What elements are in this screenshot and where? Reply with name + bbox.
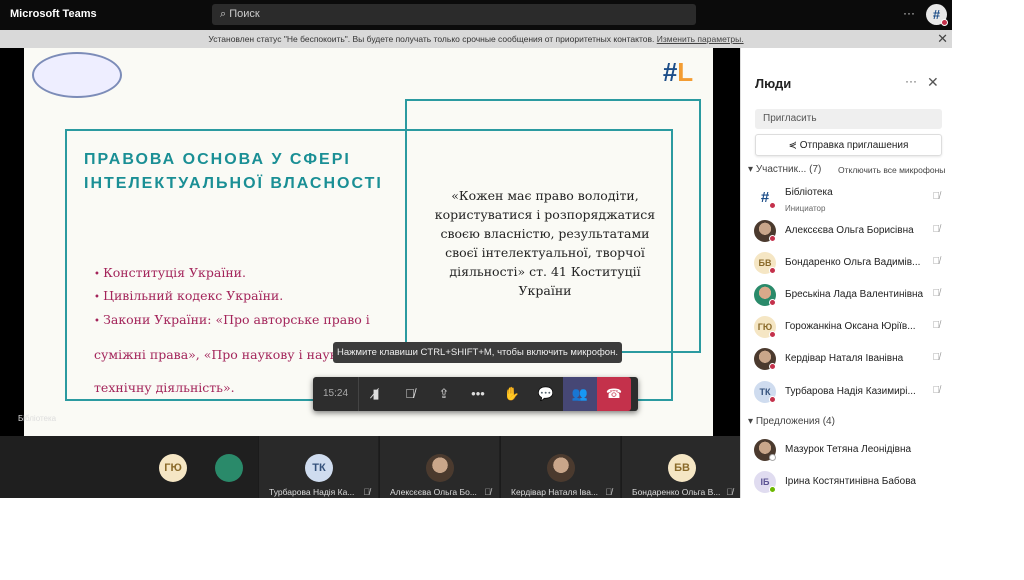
invite-input[interactable]: Пригласить (755, 109, 942, 129)
available-status-icon (769, 486, 776, 493)
suggestions-section-toggle[interactable]: ▾ Предложения (4) (748, 416, 835, 427)
video-tile[interactable]: Кердівар Наталя Іва... 🎙̸ (500, 436, 620, 498)
banner-text: Установлен статус "Не беспокоить". Вы бу… (208, 34, 655, 44)
mic-off-icon[interactable]: 🎙̸ (933, 191, 941, 202)
video-tile[interactable]: БВ Бондаренко Ольга В... 🎙̸ (621, 436, 741, 498)
mic-off-icon[interactable]: 🎙̸ (933, 320, 941, 331)
participant-row[interactable]: ТК Турбарова Надія Казимирі... 🎙̸ (754, 380, 944, 410)
participant-name: Горожанкіна Оксана Юріїв... (785, 321, 916, 332)
participant-row[interactable]: Кердівар Наталя Іванівна 🎙̸ (754, 347, 944, 377)
dnd-status-icon (769, 331, 776, 338)
call-timer: 15:24 (313, 377, 359, 411)
share-screen-icon[interactable]: ⇪ (427, 377, 461, 411)
participant-avatar (426, 454, 454, 482)
section-label: Участник... (755, 164, 807, 175)
chat-icon[interactable]: 💬 (529, 377, 563, 411)
more-options-button[interactable]: ··· (903, 6, 915, 20)
tile-name: Кердівар Наталя Іва... (511, 487, 599, 497)
section-label: Предложения (4) (755, 416, 835, 427)
participant-row[interactable]: # Бібліотека Инициатор 🎙̸ (754, 186, 944, 216)
dnd-status-icon (769, 363, 776, 370)
mic-off-icon: 🎙̸ (363, 487, 370, 497)
change-settings-link[interactable]: Изменить параметры. (657, 34, 744, 44)
video-tile[interactable]: Алексєєва Ольга Бо... 🎙̸ (379, 436, 499, 498)
participant-avatar (547, 454, 575, 482)
participant-role: Инициатор (785, 204, 826, 213)
mic-off-icon: 🎙̸ (726, 487, 733, 497)
search-input[interactable]: ⌕ Поиск (212, 4, 696, 25)
bullet-item: Конституція України. (94, 262, 394, 285)
participant-name: Бібліотека (785, 187, 833, 198)
dnd-status-icon (769, 396, 776, 403)
participant-name: Мазурок Тетяна Леонідівна (785, 444, 912, 455)
participant-name: Бондаренко Ольга Вадимів... (785, 257, 921, 268)
mute-all-link[interactable]: Отключить все микрофоны (838, 165, 945, 175)
call-controls: 15:24 ▮̸ 🎙̸ ⇪ ••• ✋ 💬 👥 ☎ (313, 377, 638, 411)
participant-name: Турбарова Надія Казимирі... (785, 386, 916, 397)
presenter-name: Бібліотека (18, 414, 57, 423)
mic-off-icon[interactable]: 🎙̸ (933, 385, 941, 396)
participant-avatar: ТК (305, 454, 333, 482)
dnd-status-icon (941, 19, 948, 26)
dnd-status-icon (769, 267, 776, 274)
participants-count: (7) (809, 164, 822, 175)
tile-name: Алексєєва Ольга Бо... (390, 487, 477, 497)
participant-row[interactable]: ГЮ Горожанкіна Оксана Юріїв... 🎙̸ (754, 315, 944, 345)
slide-quote: «Кожен має право володіти, користуватися… (434, 188, 656, 298)
panel-title: Люди (755, 76, 792, 91)
mic-off-icon: 🎙̸ (484, 487, 491, 497)
close-icon[interactable]: ✕ (937, 30, 948, 48)
avatar-initials: # (932, 7, 941, 22)
people-icon[interactable]: 👥 (563, 377, 597, 411)
mic-off-icon[interactable]: 🎙̸ (933, 256, 941, 267)
mic-off-icon[interactable]: 🎙̸ (933, 352, 941, 363)
camera-off-icon[interactable]: ▮̸ (359, 377, 393, 411)
mic-off-icon[interactable]: 🎙̸ (933, 288, 941, 299)
participant-name: Алексєєва Ольга Борисівна (785, 225, 914, 236)
participant-row[interactable]: Алексєєва Ольга Борисівна 🎙̸ (754, 219, 944, 249)
video-tile[interactable]: ТК Турбарова Надія Ка... 🎙̸ (258, 436, 378, 498)
participant-name: Ірина Костянтинівна Бабова (785, 476, 916, 487)
title-bar: Microsoft Teams ⌕ Поиск ··· # (0, 0, 952, 30)
participant-name: Кердівар Наталя Іванівна (785, 353, 904, 364)
share-icon: ⋞ (788, 140, 800, 151)
search-icon: ⌕ (220, 8, 230, 20)
slide-title: ПРАВОВА ОСНОВА У СФЕРІ ІНТЕЛЕКТУАЛЬНОЇ В… (84, 151, 383, 192)
mic-tooltip: Нажмите клавиши CTRL+SHIFT+M, чтобы вклю… (333, 342, 622, 363)
participant-name: Бреськіна Лада Валентинівна (785, 289, 924, 300)
suggestion-row[interactable]: ІБ Ірина Костянтинівна Бабова (754, 470, 944, 500)
mic-off-icon[interactable]: 🎙̸ (393, 377, 427, 411)
panel-more-button[interactable]: ··· (905, 74, 917, 88)
raise-hand-icon[interactable]: ✋ (495, 377, 529, 411)
send-invite-label: Отправка приглашения (799, 140, 909, 151)
library-logo: #L (662, 57, 694, 87)
app-name: Microsoft Teams (10, 8, 97, 20)
participant-avatar[interactable] (215, 454, 243, 482)
send-invite-button[interactable]: ⋞ Отправка приглашения (755, 134, 942, 156)
university-logo (32, 52, 122, 98)
tile-name: Бондаренко Ольга В... (632, 487, 721, 497)
more-actions-icon[interactable]: ••• (461, 377, 495, 411)
tile-name: Турбарова Надія Ка... (269, 487, 355, 497)
dnd-status-icon (769, 202, 776, 209)
participant-avatar: БВ (668, 454, 696, 482)
participant-avatar[interactable]: ГЮ (159, 454, 187, 482)
hang-up-icon[interactable]: ☎ (597, 377, 631, 411)
mic-off-icon[interactable]: 🎙̸ (933, 224, 941, 235)
participant-row[interactable]: Бреськіна Лада Валентинівна 🎙̸ (754, 283, 944, 313)
close-icon[interactable]: ✕ (927, 74, 939, 91)
user-avatar[interactable]: # (926, 4, 948, 26)
mic-off-icon: 🎙̸ (605, 487, 612, 497)
dnd-status-icon (769, 235, 776, 242)
participants-section-toggle[interactable]: ▾ Участник... (7) (748, 164, 821, 175)
suggestion-row[interactable]: Мазурок Тетяна Леонідівна (754, 438, 944, 468)
status-banner: Установлен статус "Не беспокоить". Вы бу… (0, 30, 952, 48)
dnd-status-icon (769, 299, 776, 306)
search-placeholder: Поиск (229, 8, 260, 20)
offline-status-icon (769, 454, 776, 461)
participant-row[interactable]: БВ Бондаренко Ольга Вадимів... 🎙̸ (754, 251, 944, 281)
